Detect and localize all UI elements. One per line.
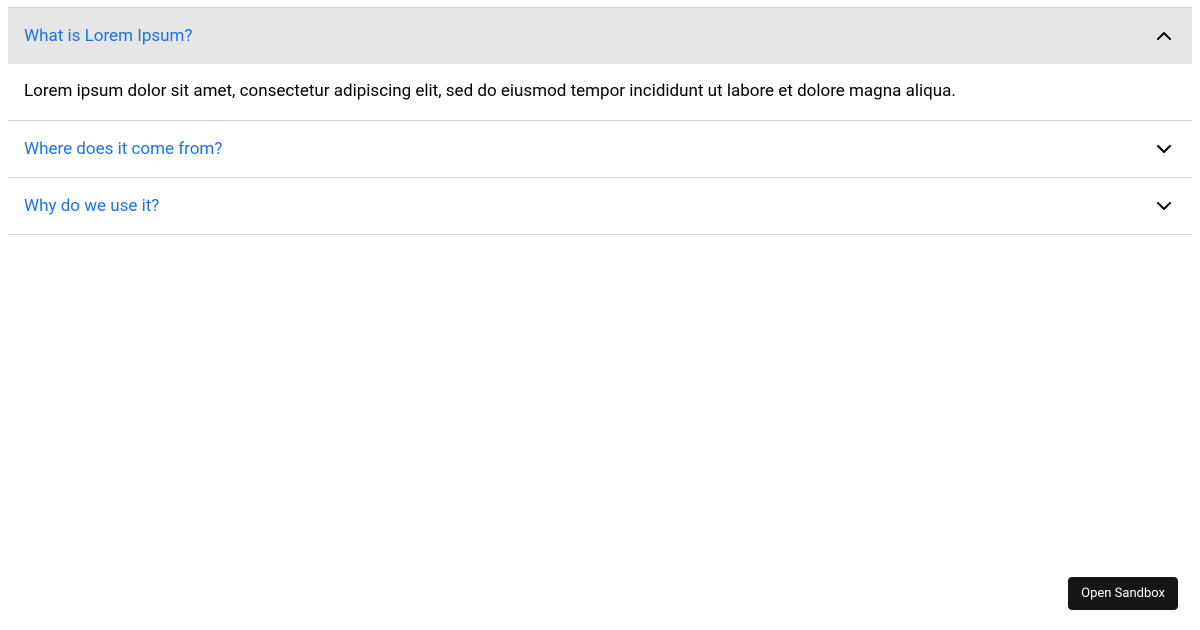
accordion-header-where-from[interactable]: Where does it come from?	[8, 121, 1192, 177]
accordion-header-what-is-lorem[interactable]: What is Lorem Ipsum?	[8, 8, 1192, 64]
chevron-down-icon	[1152, 194, 1176, 218]
chevron-up-icon	[1152, 24, 1176, 48]
chevron-down-icon	[1152, 137, 1176, 161]
accordion-content: Lorem ipsum dolor sit amet, consectetur …	[8, 64, 1192, 120]
accordion: What is Lorem Ipsum? Lorem ipsum dolor s…	[0, 0, 1200, 243]
accordion-item: Why do we use it?	[8, 177, 1192, 235]
accordion-item: What is Lorem Ipsum? Lorem ipsum dolor s…	[8, 7, 1192, 121]
open-sandbox-button[interactable]: Open Sandbox	[1068, 577, 1178, 610]
accordion-header-why-use[interactable]: Why do we use it?	[8, 178, 1192, 234]
accordion-title: Why do we use it?	[24, 196, 159, 216]
accordion-title: Where does it come from?	[24, 139, 222, 159]
accordion-item: Where does it come from?	[8, 120, 1192, 178]
accordion-title: What is Lorem Ipsum?	[24, 26, 192, 46]
